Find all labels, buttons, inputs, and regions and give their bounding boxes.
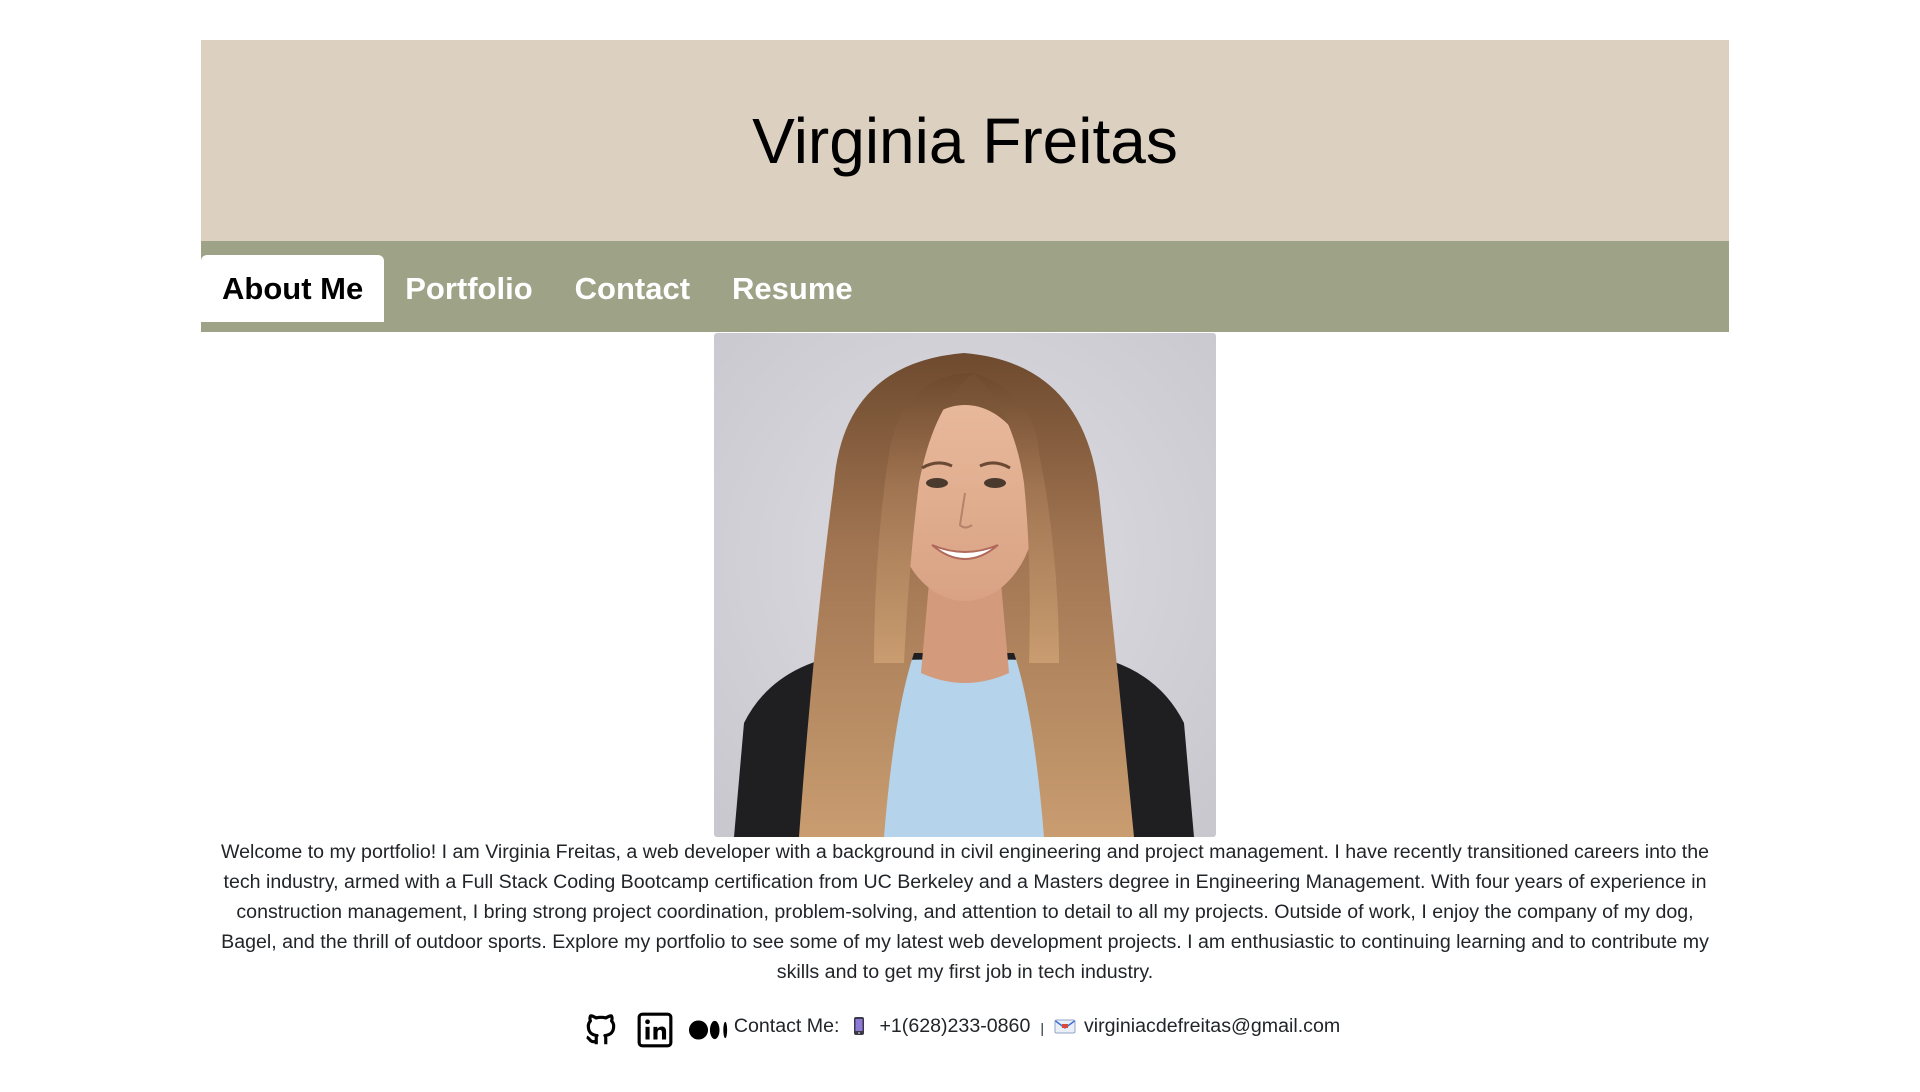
nav-tabs: About Me Portfolio Contact Resume — [201, 255, 874, 322]
contact-row: Contact Me: +1(628)233-0860 | virginiacd… — [0, 1006, 1920, 1054]
site-header: Virginia Freitas — [201, 40, 1729, 241]
github-icon[interactable] — [580, 1009, 622, 1051]
page-title: Virginia Freitas — [752, 104, 1178, 177]
tab-contact[interactable]: Contact — [554, 255, 711, 322]
medium-icon[interactable] — [688, 1009, 730, 1051]
linkedin-icon[interactable] — [634, 1009, 676, 1051]
email-contact: virginiacdefreitas@gmail.com — [1054, 1015, 1340, 1038]
page: Virginia Freitas About Me Portfolio Cont… — [0, 0, 1920, 1092]
mobile-phone-icon — [849, 1016, 869, 1036]
separator: | — [1040, 1020, 1044, 1036]
contact-label: Contact Me: — [733, 1014, 840, 1037]
bio-text: Welcome to my portfolio! I am Virginia F… — [220, 841, 1710, 983]
phone-contact: +1(628)233-0860 — [849, 1015, 1030, 1038]
tab-portfolio[interactable]: Portfolio — [384, 255, 553, 322]
phone-link[interactable]: +1(628)233-0860 — [879, 1015, 1030, 1038]
envelope-icon — [1054, 1016, 1076, 1036]
tab-resume[interactable]: Resume — [711, 255, 874, 322]
nav-bar: About Me Portfolio Contact Resume — [201, 241, 1729, 332]
tab-about-me[interactable]: About Me — [201, 255, 385, 322]
email-link[interactable]: virginiacdefreitas@gmail.com — [1084, 1015, 1340, 1038]
profile-photo — [714, 333, 1216, 837]
